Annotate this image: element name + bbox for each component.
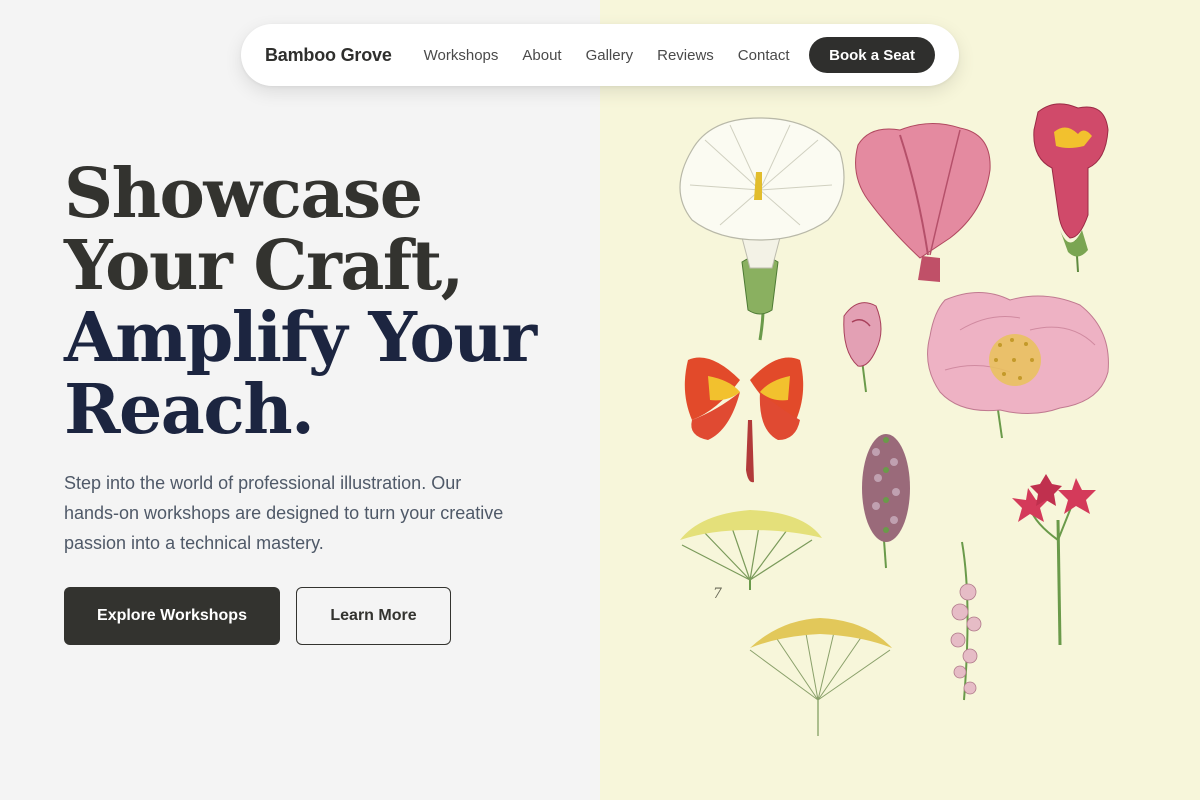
orange-pansy-flower-icon — [684, 357, 804, 483]
nav-links: Workshops About Gallery Reviews Contact — [424, 47, 790, 64]
red-star-flower-icon — [1012, 474, 1096, 646]
small-pink-flower-icon — [843, 302, 882, 393]
pink-rose-flower-icon — [927, 292, 1109, 439]
hero-description: Step into the world of professional illu… — [64, 473, 504, 553]
hero-title-line-2: Your Craft, — [64, 226, 464, 306]
plate-number: 7 — [713, 586, 722, 602]
yellow-umbel-flower-icon: 7 — [680, 510, 822, 602]
nav-link-contact[interactable]: Contact — [738, 47, 790, 64]
botanical-illustration-svg: 7 — [679, 103, 1109, 736]
lower-yellow-umbel-icon — [749, 618, 892, 736]
learn-more-button[interactable]: Learn More — [296, 587, 451, 645]
botanical-illustration: 7 — [600, 0, 1200, 800]
white-trumpet-flower-icon — [679, 117, 845, 341]
brand-logo-text[interactable]: Bamboo Grove — [265, 45, 392, 66]
nav-link-workshops[interactable]: Workshops — [424, 47, 499, 64]
book-a-seat-button[interactable]: Book a Seat — [809, 37, 935, 73]
pink-tulip-flower-icon — [855, 123, 991, 282]
purple-spike-flower-icon — [862, 434, 910, 569]
hero-title: Showcase Your Craft, Amplify Your Reach. — [64, 158, 584, 446]
pink-raceme-flower-icon — [950, 541, 982, 701]
hero-title-line-3: Amplify Your — [64, 298, 537, 378]
nav-link-reviews[interactable]: Reviews — [657, 47, 714, 64]
explore-workshops-button[interactable]: Explore Workshops — [64, 587, 280, 645]
red-snapdragon-flower-icon — [1033, 103, 1109, 273]
nav-link-about[interactable]: About — [522, 47, 561, 64]
nav-link-gallery[interactable]: Gallery — [586, 47, 634, 64]
hero-title-line-1: Showcase — [64, 154, 423, 234]
hero-title-line-4: Reach. — [64, 370, 315, 450]
top-navigation-bar: Bamboo Grove Workshops About Gallery Rev… — [241, 24, 959, 86]
